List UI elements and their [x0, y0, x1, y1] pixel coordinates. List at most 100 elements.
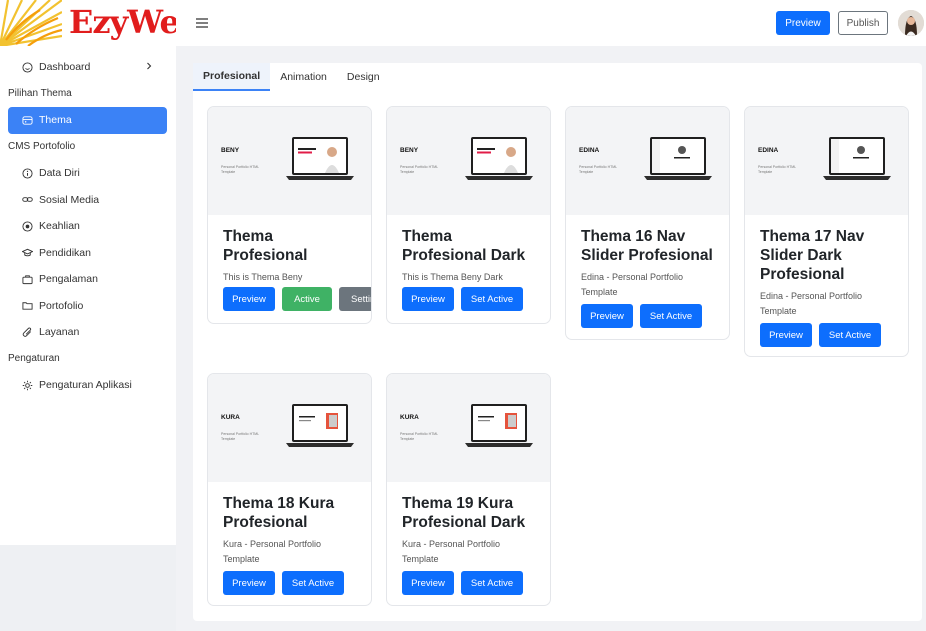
theme-thumbnail[interactable]: EDINA Personal Portfolio HTML Template: [566, 107, 729, 215]
publish-button[interactable]: Publish: [838, 11, 888, 35]
card-title: Thema 16 Nav Slider Profesional: [581, 228, 713, 264]
card-body: Thema 18 Kura Profesional Kura - Persona…: [208, 482, 371, 567]
card-body: Thema 16 Nav Slider Profesional Edina - …: [566, 215, 729, 300]
sidebar-item-label: Data Diri: [39, 167, 80, 180]
sidebar-item-label: Pendidikan: [39, 246, 91, 259]
set-active-button[interactable]: Set Active: [461, 571, 523, 595]
tab-animation[interactable]: Animation: [270, 63, 337, 91]
sidebar-item-label: Sosial Media: [39, 193, 100, 206]
theme-tabs: Profesional Animation Design: [193, 63, 390, 91]
preview-theme-button[interactable]: Preview: [223, 571, 275, 595]
card-actions: Preview Set Active: [760, 323, 881, 347]
thumbnail-brand: BENY: [221, 147, 240, 154]
card-description: This is Thema Beny Dark: [402, 272, 503, 282]
card-actions: Preview Set Active: [223, 571, 344, 595]
preview-theme-button[interactable]: Preview: [402, 287, 454, 311]
link-icon: [22, 194, 33, 205]
hamburger-menu-icon[interactable]: [196, 17, 208, 29]
preview-theme-button[interactable]: Preview: [581, 304, 633, 328]
card-actions: Preview Active Settings: [223, 287, 371, 311]
card-title: Thema 17 Nav Slider Dark Profesional: [760, 228, 865, 283]
chevron-right-icon: [147, 62, 152, 70]
sidebar-item-label: Keahlian: [39, 220, 80, 233]
sidebar-item-label: Dashboard: [39, 61, 91, 74]
sidebar-item-label: Thema: [39, 114, 72, 127]
target-icon: [22, 221, 33, 232]
thumbnail-brand: EDINA: [579, 147, 600, 154]
palette-icon: [22, 115, 33, 126]
theme-thumbnail[interactable]: BENY Personal Portfolio HTML Template: [387, 107, 550, 215]
set-active-button[interactable]: Set Active: [282, 571, 344, 595]
thumbnail-brand: BENY: [400, 147, 419, 154]
card-actions: Preview Set Active: [581, 304, 702, 328]
theme-card: KURA Personal Portfolio HTML Template Th…: [207, 373, 372, 606]
theme-thumbnail[interactable]: BENY Personal Portfolio HTML Template: [208, 107, 371, 215]
main-content: Profesional Animation Design BENY Person…: [193, 63, 922, 621]
tab-profesional[interactable]: Profesional: [193, 63, 271, 91]
sidebar: EzyWeb Dashboard Pilihan Thema Thema CMS…: [0, 0, 201, 545]
theme-thumbnail[interactable]: KURA Personal Portfolio HTML Template: [387, 374, 550, 482]
thumbnail-subtitle: Personal Portfolio HTML Template: [400, 165, 438, 174]
user-avatar-icon: [898, 10, 924, 36]
avatar[interactable]: [898, 10, 924, 36]
briefcase-icon: [22, 274, 33, 285]
sidebar-item-data-diri[interactable]: Data Diri: [0, 160, 176, 187]
laptop-preview-icon: [286, 137, 354, 180]
thumbnail-subtitle: Personal Portfolio HTML Template: [758, 165, 796, 174]
sidebar-item-pengaturan-aplikasi[interactable]: Pengaturan Aplikasi: [0, 372, 176, 399]
card-body: Thema Profesional Dark This is Thema Ben…: [387, 215, 550, 285]
set-active-button[interactable]: Set Active: [640, 304, 702, 328]
sidebar-nav: Dashboard Pilihan Thema Thema CMS Portof…: [0, 54, 176, 399]
card-title: Thema Profesional Dark: [402, 228, 526, 264]
theme-card: EDINA Personal Portfolio HTML Template T…: [744, 106, 909, 357]
card-body: Thema 19 Kura Profesional Dark Kura - Pe…: [387, 482, 550, 567]
smile-icon: [22, 62, 33, 73]
thumbnail-subtitle: Personal Portfolio HTML Template: [400, 432, 438, 441]
card-actions: Preview Set Active: [402, 571, 523, 595]
thumbnail-subtitle: Personal Portfolio HTML Template: [579, 165, 617, 174]
card-actions: Preview Set Active: [402, 287, 523, 311]
sidebar-item-label: Portofolio: [39, 299, 84, 312]
sidebar-item-pengalaman[interactable]: Pengalaman: [0, 266, 176, 293]
thumbnail-brand: EDINA: [758, 147, 779, 154]
laptop-preview-icon: [286, 404, 354, 447]
sidebar-footer-area: [0, 545, 176, 631]
preview-theme-button[interactable]: Preview: [760, 323, 812, 347]
sidebar-item-sosial-media[interactable]: Sosial Media: [0, 187, 176, 214]
topbar: Preview Publish: [176, 0, 926, 46]
thumbnail-brand: KURA: [221, 414, 240, 421]
card-title: Thema 18 Kura Profesional: [223, 495, 335, 531]
thumbnail-subtitle: Personal Portfolio HTML Template: [221, 432, 259, 441]
card-title: Thema Profesional: [223, 228, 308, 264]
info-icon: [22, 168, 33, 179]
theme-thumbnail[interactable]: KURA Personal Portfolio HTML Template: [208, 374, 371, 482]
preview-button[interactable]: Preview: [776, 11, 830, 35]
sidebar-item-label: Layanan: [39, 326, 80, 339]
thumbnail-subtitle: Personal Portfolio HTML Template: [221, 165, 259, 174]
preview-theme-button[interactable]: Preview: [223, 287, 275, 311]
card-body: Thema 17 Nav Slider Dark Profesional Edi…: [745, 215, 908, 319]
section-heading-settings: Pengaturan: [8, 353, 60, 365]
tab-design[interactable]: Design: [337, 63, 390, 91]
set-active-button[interactable]: Set Active: [819, 323, 881, 347]
graduation-cap-icon: [22, 247, 33, 258]
sidebar-item-thema[interactable]: Thema: [8, 107, 167, 134]
theme-thumbnail[interactable]: EDINA Personal Portfolio HTML Template: [745, 107, 908, 215]
theme-card: BENY Personal Portfolio HTML Template Th…: [207, 106, 372, 324]
card-description: Edina - Personal Portfolio Template: [581, 272, 684, 297]
sidebar-item-layanan[interactable]: Layanan: [0, 319, 176, 346]
sidebar-item-pendidikan[interactable]: Pendidikan: [0, 240, 176, 267]
logo[interactable]: EzyWeb: [0, 0, 201, 46]
laptop-preview-icon: [823, 137, 891, 180]
set-active-button[interactable]: Set Active: [461, 287, 523, 311]
sidebar-item-dashboard[interactable]: Dashboard: [0, 54, 176, 81]
logo-mark-icon: [0, 0, 62, 46]
settings-theme-button[interactable]: Settings: [339, 287, 371, 311]
sidebar-item-keahlian[interactable]: Keahlian: [0, 213, 176, 240]
sidebar-item-portofolio[interactable]: Portofolio: [0, 293, 176, 320]
preview-theme-button[interactable]: Preview: [402, 571, 454, 595]
section-heading-theme: Pilihan Thema: [8, 88, 72, 100]
card-description: Kura - Personal Portfolio Template: [223, 539, 322, 564]
active-theme-button[interactable]: Active: [282, 287, 332, 311]
sidebar-item-label: Pengaturan Aplikasi: [39, 379, 132, 392]
